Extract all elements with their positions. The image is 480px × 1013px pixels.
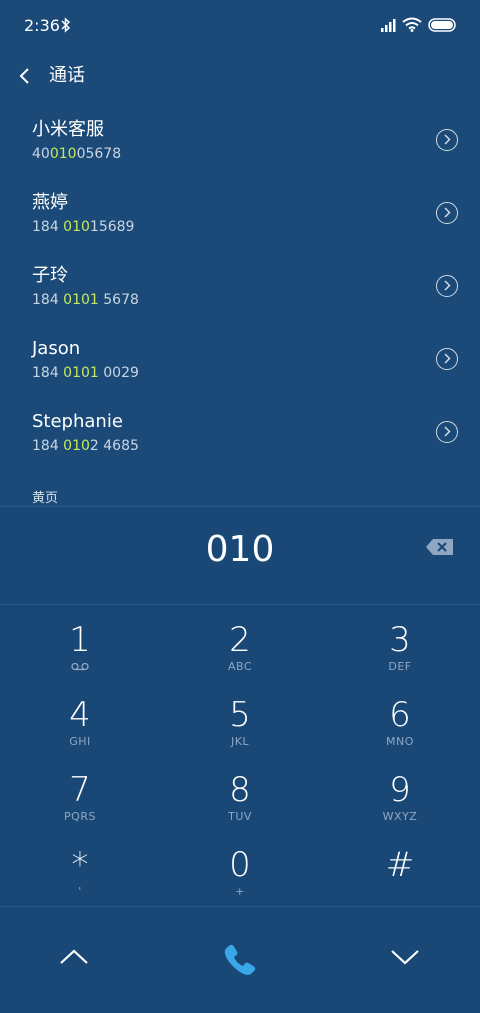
page-title: 通话 — [49, 65, 85, 86]
contact-item[interactable]: 燕婷 184 01015689 — [0, 183, 480, 256]
key-9[interactable]: 9 WXYZ — [320, 756, 480, 831]
contact-number: 184 0101 5678 — [32, 292, 139, 308]
chevron-down-icon[interactable] — [389, 946, 421, 968]
contact-item[interactable]: Stephanie 184 0102 4685 — [0, 402, 480, 475]
contact-name: Jason — [32, 338, 81, 359]
dialed-number-display[interactable]: 010 — [0, 526, 480, 574]
contact-detail-button[interactable] — [436, 275, 458, 297]
contact-list: 小米客服 4001005678 燕婷 184 01015689 子玲 184 0… — [0, 110, 480, 475]
key-1[interactable]: 1 — [0, 606, 160, 681]
key-3[interactable]: 3 DEF — [320, 606, 480, 681]
chevron-left-icon[interactable] — [16, 64, 34, 88]
contact-number: 184 0102 4685 — [32, 438, 139, 454]
contact-detail-button[interactable] — [436, 202, 458, 224]
chevron-up-icon[interactable] — [58, 946, 90, 968]
chevron-right-icon — [444, 280, 451, 291]
contact-number: 4001005678 — [32, 146, 122, 162]
bluetooth-icon — [61, 17, 71, 33]
backspace-icon[interactable] — [424, 536, 456, 558]
key-hash[interactable]: # — [320, 831, 480, 906]
key-7[interactable]: 7 PQRS — [0, 756, 160, 831]
wifi-icon — [402, 17, 422, 32]
contact-item[interactable]: 小米客服 4001005678 — [0, 110, 480, 183]
chevron-right-icon — [444, 353, 451, 364]
contact-detail-button[interactable] — [436, 421, 458, 443]
key-5[interactable]: 5 JKL — [160, 681, 320, 756]
key-8[interactable]: 8 TUV — [160, 756, 320, 831]
contact-item[interactable]: 子玲 184 0101 5678 — [0, 256, 480, 329]
key-6[interactable]: 6 MNO — [320, 681, 480, 756]
status-bar: 2:36 — [0, 0, 480, 52]
key-4[interactable]: 4 GHI — [0, 681, 160, 756]
battery-icon — [428, 18, 456, 32]
divider — [0, 604, 480, 605]
voicemail-icon — [71, 662, 89, 671]
contact-name: Stephanie — [32, 411, 123, 432]
phone-call-icon[interactable] — [220, 940, 260, 980]
key-star[interactable]: * ' — [0, 831, 160, 906]
contact-name: 小米客服 — [32, 119, 104, 140]
status-time: 2:36 — [24, 16, 60, 35]
chevron-right-icon — [444, 134, 451, 145]
contact-detail-button[interactable] — [436, 348, 458, 370]
contact-name: 子玲 — [32, 265, 68, 286]
contact-number: 184 0101 0029 — [32, 365, 139, 381]
contact-item[interactable]: Jason 184 0101 0029 — [0, 329, 480, 402]
contact-name: 燕婷 — [32, 192, 68, 213]
contact-detail-button[interactable] — [436, 129, 458, 151]
key-0[interactable]: 0 + — [160, 831, 320, 906]
chevron-right-icon — [444, 426, 451, 437]
contact-number: 184 01015689 — [32, 219, 135, 235]
key-2[interactable]: 2 ABC — [160, 606, 320, 681]
signal-icon — [381, 19, 396, 32]
section-label-yellow-pages: 黄页 — [32, 491, 59, 506]
chevron-right-icon — [444, 207, 451, 218]
divider — [0, 506, 480, 507]
